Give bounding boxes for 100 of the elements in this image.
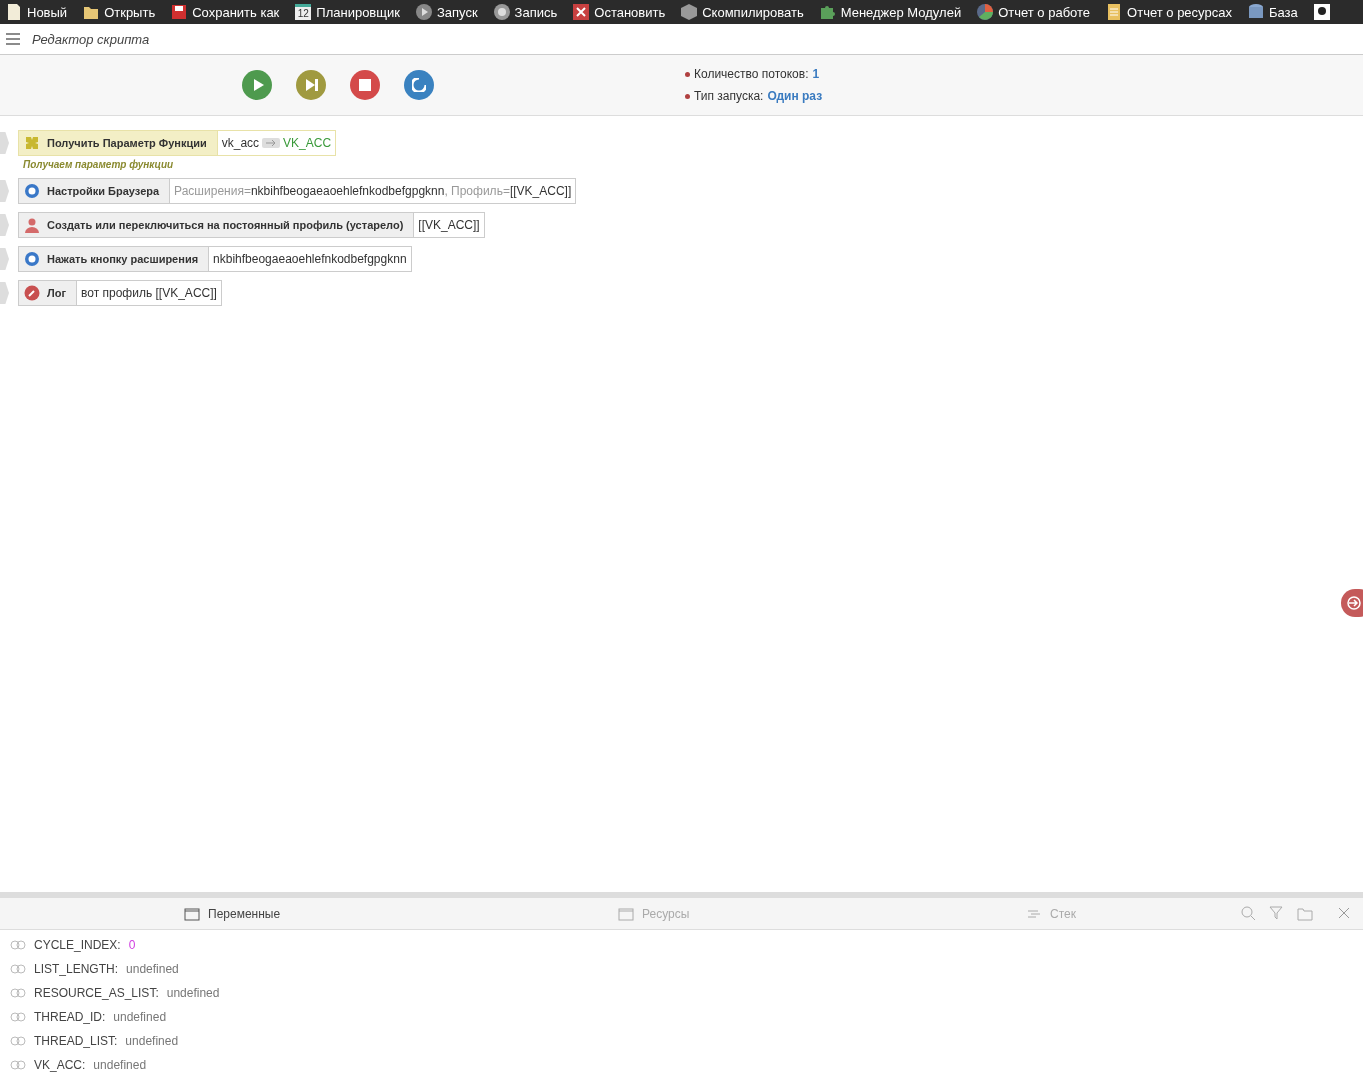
- variable-name: VK_ACC:: [34, 1057, 86, 1072]
- drag-handle[interactable]: [0, 282, 9, 304]
- panel-tab[interactable]: Переменные: [178, 904, 287, 923]
- browser-icon: [24, 183, 40, 199]
- parameter-text: VK_ACC: [283, 136, 332, 150]
- toolbar-label: Открыть: [104, 4, 156, 20]
- record-icon: [493, 4, 510, 20]
- variable-value: undefined: [126, 961, 179, 976]
- toolbar-label: Запуск: [436, 4, 478, 20]
- variable-name: THREAD_LIST:: [34, 1033, 118, 1048]
- variable-name: CYCLE_INDEX:: [34, 937, 121, 952]
- sign-in-icon: [1347, 596, 1361, 610]
- variable-value: undefined: [93, 1057, 147, 1072]
- variable-value: undefined: [113, 1009, 167, 1024]
- toolbar-item[interactable]: Отчет о работе: [977, 4, 1091, 20]
- calendar-icon: 12: [295, 4, 312, 20]
- action-comment: Получаем параметр функции: [23, 159, 175, 170]
- link-icon: [10, 939, 26, 950]
- parameter-text: [[VK_ACC]]: [418, 218, 480, 232]
- variable-name: THREAD_ID:: [34, 1009, 106, 1024]
- restart-icon: [412, 78, 426, 92]
- cube-icon: [681, 4, 698, 20]
- browser-icon: [24, 251, 40, 267]
- notepad-icon: [1106, 4, 1123, 20]
- action-title[interactable]: Настройки Браузера: [19, 179, 171, 203]
- variable-value: 0: [128, 937, 136, 952]
- pie-chart-icon: [977, 4, 994, 20]
- puzzle-piece-icon: [819, 4, 836, 20]
- parameter-text: , Профиль=: [444, 184, 510, 198]
- bullet-dot: [685, 93, 690, 99]
- skip-button[interactable]: [296, 70, 326, 100]
- parameter-text: вот профиль [[VK_ACC]]: [81, 286, 217, 300]
- action-block[interactable]: Настройки Браузера Расширения=nkbihfbeogaeaoehlefnkodbefgpgknn, Профиль=[[VK_ACC]]: [18, 178, 577, 204]
- toolbar-item[interactable]: База: [1247, 4, 1298, 20]
- variable-name: LIST_LENGTH:: [34, 961, 119, 976]
- database-icon: [1247, 4, 1264, 20]
- toolbar-item[interactable]: Открыть: [83, 4, 156, 20]
- toolbar-item[interactable]: Новый: [6, 4, 68, 20]
- resources-icon: [618, 905, 634, 922]
- action-block[interactable]: Нажать кнопку расширения nkbihfbeogaeaoehlefnkodbefgpgknn: [18, 246, 412, 272]
- toolbar-item[interactable]: Остановить: [573, 4, 666, 20]
- variable-name: RESOURCE_AS_LIST:: [34, 985, 159, 1000]
- action-block[interactable]: Получить Параметр Функции vk_acc VK_ACC: [18, 130, 337, 156]
- parameter-text: Расширения=: [174, 184, 251, 198]
- person-icon: [24, 217, 40, 233]
- toolbar-label: Сохранить как: [192, 4, 280, 20]
- toolbar-label: База: [1268, 4, 1298, 20]
- info-value[interactable]: 1: [812, 67, 820, 81]
- folder-icon: [83, 4, 100, 20]
- info-label: Тип запуска:: [694, 89, 764, 103]
- toolbar-label: Отчет о работе: [998, 4, 1091, 20]
- close-icon: [573, 4, 590, 20]
- puzzle-piece-icon: [24, 135, 40, 151]
- document-icon: [6, 4, 22, 20]
- stop-icon: [358, 78, 372, 92]
- action-title[interactable]: Нажать кнопку расширения: [19, 247, 210, 271]
- toolbar-item[interactable]: Запуск: [415, 4, 478, 20]
- action-block[interactable]: Создать или переключиться на постоянный профиль (устарело) [[VK_ACC]]: [18, 212, 485, 238]
- toolbar-item[interactable]: Отчет о ресурсах: [1106, 4, 1232, 20]
- toolbar-item[interactable]: Запись: [493, 4, 558, 20]
- menu-icon[interactable]: [6, 32, 20, 46]
- table-icon: [184, 905, 200, 922]
- user-icon: [1313, 4, 1330, 20]
- action-title[interactable]: Создать или переключиться на постоянный профиль (устарело): [19, 213, 415, 237]
- toolbar-item[interactable]: [1313, 4, 1330, 20]
- link-icon: [10, 1035, 26, 1046]
- variable-value: undefined: [125, 1033, 179, 1048]
- drag-handle[interactable]: [0, 132, 9, 154]
- drag-handle[interactable]: [0, 214, 9, 236]
- parameter-text: vk_acc: [221, 136, 260, 150]
- toolbar-label: Новый: [27, 4, 68, 20]
- toolbar-item[interactable]: Скомпилировать: [681, 4, 804, 20]
- toolbar-label: Планировщик: [316, 4, 400, 20]
- link-icon: [10, 1059, 26, 1070]
- action-block[interactable]: Лог вот профиль [[VK_ACC]]: [18, 280, 222, 306]
- drag-handle[interactable]: [0, 180, 9, 202]
- filter-icon[interactable]: [1269, 905, 1283, 920]
- toolbar-item[interactable]: Сохранить как: [171, 4, 280, 20]
- bullet-dot: [685, 71, 690, 77]
- restart-button[interactable]: [404, 70, 434, 100]
- search-icon[interactable]: [1241, 905, 1255, 920]
- action-title[interactable]: Лог: [19, 281, 78, 305]
- toolbar-item[interactable]: 12 Планировщик: [295, 4, 400, 20]
- parameter-text: [[VK_ACC]]: [509, 184, 572, 198]
- toolbar-label: Отчет о ресурсах: [1127, 4, 1232, 20]
- play-button[interactable]: [242, 70, 272, 100]
- action-title[interactable]: Получить Параметр Функции: [19, 131, 218, 155]
- stop-button[interactable]: [350, 70, 380, 100]
- page-title: Редактор скрипта: [32, 31, 150, 47]
- link-icon: [10, 963, 26, 974]
- info-value[interactable]: Один раз: [767, 89, 823, 103]
- toolbar-label: Скомпилировать: [702, 4, 804, 20]
- info-label: Количество потоков:: [694, 67, 809, 81]
- link-icon: [10, 1011, 26, 1022]
- folder-icon[interactable]: [1297, 905, 1313, 922]
- link-icon: [10, 987, 26, 998]
- drag-handle[interactable]: [0, 248, 9, 270]
- close-icon[interactable]: [1337, 905, 1351, 920]
- toolbar-label: Запись: [514, 4, 558, 20]
- parameter-text: nkbihfbeogaeaoehlefnkodbefgpgknn: [213, 252, 407, 266]
